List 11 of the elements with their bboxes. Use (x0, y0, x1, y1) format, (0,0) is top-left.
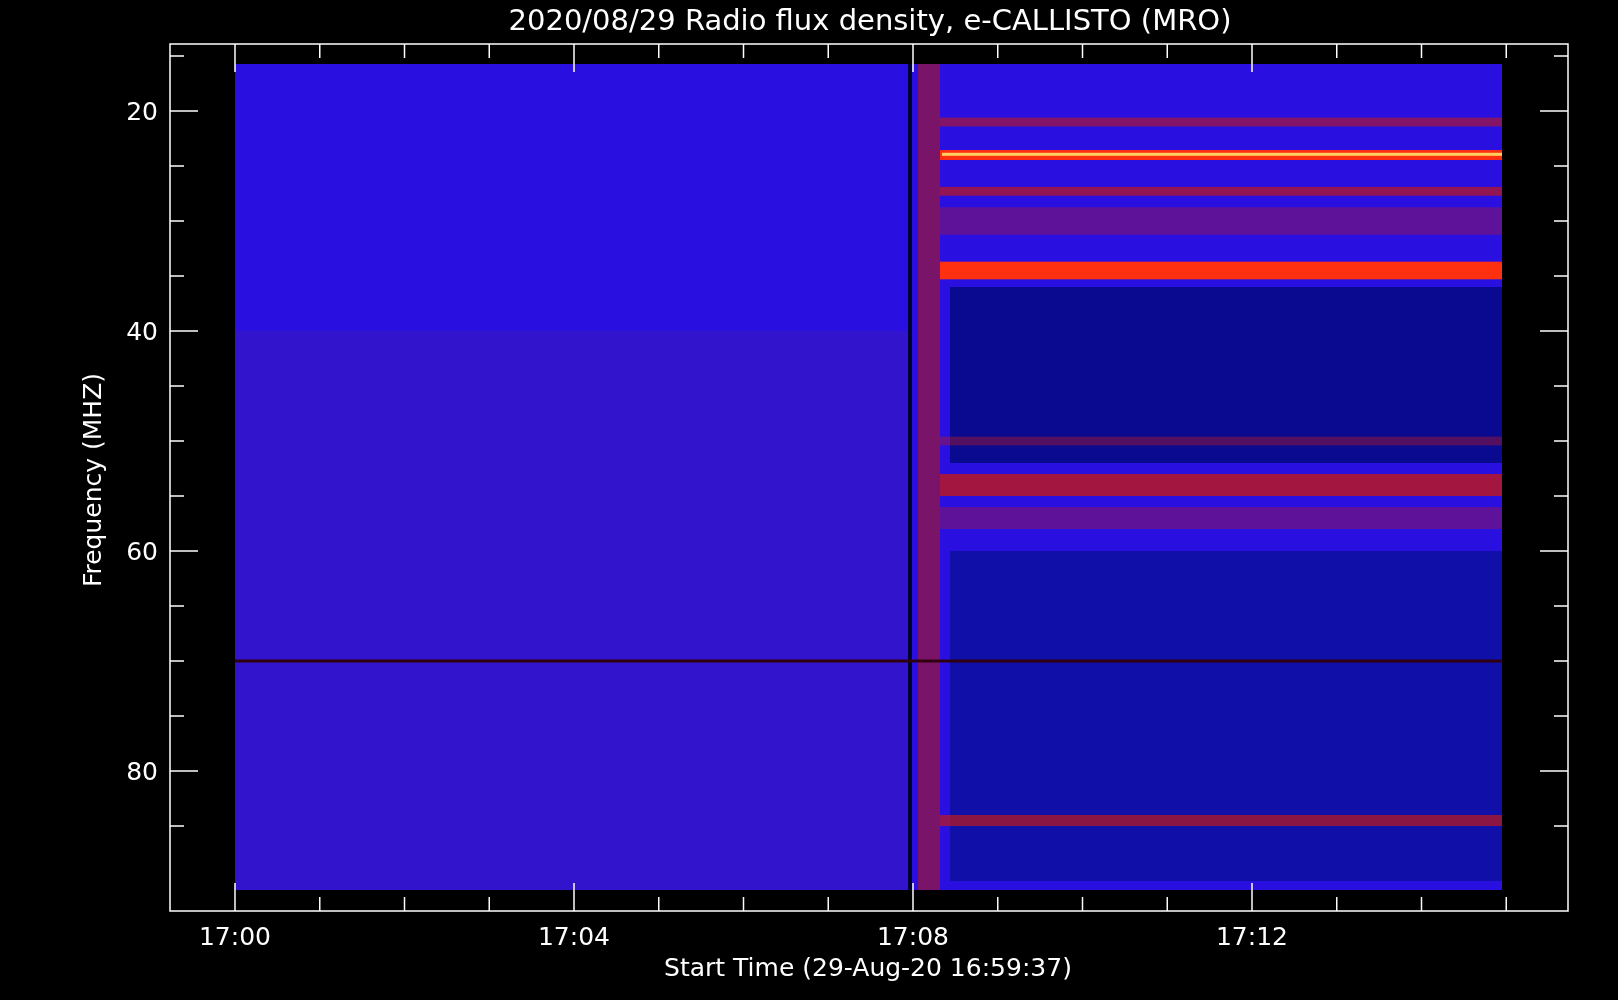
x-tick-label: 17:04 (538, 922, 610, 951)
chart-title: 2020/08/29 Radio flux density, e-CALLISTO (MRO) (508, 3, 1232, 37)
x-axis-label: Start Time (29-Aug-20 16:59:37) (664, 953, 1072, 982)
y-tick-label: 20 (126, 97, 158, 126)
y-tick-label: 80 (126, 757, 158, 786)
y-axis-label: Frequency (MHZ) (78, 372, 107, 588)
y-tick-label: 40 (126, 317, 158, 346)
y-tick-label: 60 (126, 537, 158, 566)
x-tick-label: 17:08 (877, 922, 949, 951)
x-tick-label: 17:12 (1216, 922, 1288, 951)
x-tick-label: 17:00 (199, 922, 271, 951)
